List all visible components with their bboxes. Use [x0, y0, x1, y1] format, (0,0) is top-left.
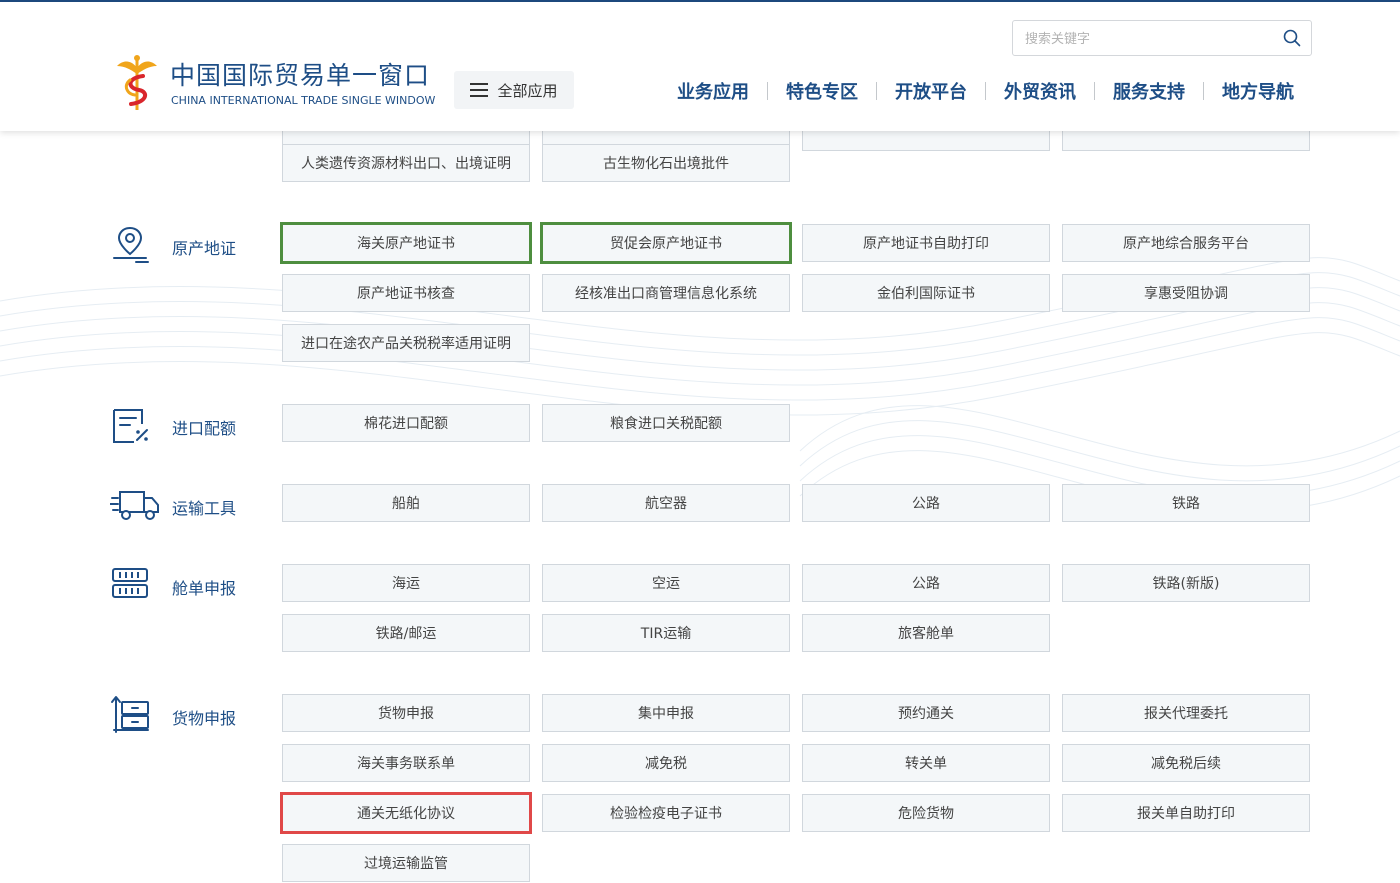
app-button[interactable]: 粮食进口关税配额 [542, 404, 790, 442]
nav-trade-news[interactable]: 外贸资讯 [986, 78, 1094, 104]
site-header: 中国国际贸易单一窗口 CHINA INTERNATIONAL TRADE SIN… [0, 2, 1400, 131]
app-button[interactable]: 预约通关 [802, 694, 1050, 732]
app-button[interactable]: 进口在途农产品关税税率适用证明 [282, 324, 530, 362]
nav-business-apps[interactable]: 业务应用 [659, 78, 767, 104]
app-button[interactable]: 检验检疫电子证书 [542, 794, 790, 832]
app-button[interactable]: 人类遗传资源材料出口、出境证明 [282, 144, 530, 182]
app-button[interactable]: 集中申报 [542, 694, 790, 732]
all-apps-label: 全部应用 [497, 81, 558, 100]
app-button[interactable]: 原产地证书核查 [282, 274, 530, 312]
app-button[interactable]: 危险货物 [802, 794, 1050, 832]
app-button[interactable]: 原产地证书自助打印 [802, 224, 1050, 262]
brand-subtitle: CHINA INTERNATIONAL TRADE SINGLE WINDOW [171, 94, 436, 107]
app-button[interactable]: 货物申报 [282, 694, 530, 732]
category-manifest-label: 舱单申报 [172, 579, 237, 598]
app-button[interactable]: 过境运输监管 [282, 844, 530, 882]
quota-form-icon [113, 409, 148, 443]
app-button[interactable]: 海运 [282, 564, 530, 602]
app-button[interactable]: 航空器 [542, 484, 790, 522]
app-button[interactable]: 报关代理委托 [1062, 694, 1310, 732]
truck-icon [110, 491, 159, 520]
app-button[interactable]: 旅客舱单 [802, 614, 1050, 652]
category-origin-label: 原产地证 [172, 239, 237, 258]
nav-local[interactable]: 地方导航 [1204, 78, 1312, 104]
app-button[interactable]: TIR运输 [542, 614, 790, 652]
app-button[interactable]: 船舶 [282, 484, 530, 522]
nav-support[interactable]: 服务支持 [1095, 78, 1203, 104]
app-button[interactable]: 金伯利国际证书 [802, 274, 1050, 312]
app-button-ccpit-origin-cert[interactable]: 贸促会原产地证书 [540, 222, 792, 264]
search-box [1012, 20, 1312, 57]
app-button[interactable]: 转关单 [802, 744, 1050, 782]
app-button[interactable]: 公路 [802, 484, 1050, 522]
app-button[interactable]: 公路 [802, 564, 1050, 602]
app-button[interactable]: 空运 [542, 564, 790, 602]
nav-special-zone[interactable]: 特色专区 [768, 78, 876, 104]
category-quota-label: 进口配额 [172, 419, 237, 438]
app-button[interactable]: 报关单自助打印 [1062, 794, 1310, 832]
app-button-paperless-agreement[interactable]: 通关无纸化协议 [280, 792, 532, 834]
search-input[interactable] [1023, 21, 1277, 57]
category-transport-label: 运输工具 [172, 499, 237, 518]
app-button-customs-origin-cert[interactable]: 海关原产地证书 [280, 222, 532, 264]
app-button[interactable]: 铁路 [1062, 484, 1310, 522]
main-nav: 业务应用 特色专区 开放平台 外贸资讯 服务支持 地方导航 [659, 78, 1312, 104]
caduceus-logo-icon [117, 55, 157, 110]
app-button[interactable]: 减免税 [542, 744, 790, 782]
app-button[interactable]: 古生物化石出境批件 [542, 144, 790, 182]
nav-open-platform[interactable]: 开放平台 [877, 78, 985, 104]
app-button[interactable]: 原产地综合服务平台 [1062, 224, 1310, 262]
app-button[interactable]: 棉花进口配额 [282, 404, 530, 442]
search-icon[interactable] [1283, 29, 1301, 47]
location-pin-icon [113, 226, 149, 263]
menu-icon [470, 83, 489, 97]
brand-title: 中国国际贸易单一窗口 [170, 61, 431, 90]
all-apps-button[interactable]: 全部应用 [454, 71, 574, 109]
app-button[interactable]: 经核准出口商管理信息化系统 [542, 274, 790, 312]
app-button[interactable]: 海关事务联系单 [282, 744, 530, 782]
category-goods-label: 货物申报 [172, 709, 237, 728]
app-button[interactable]: 享惠受阻协调 [1062, 274, 1310, 312]
app-button[interactable]: 减免税后续 [1062, 744, 1310, 782]
app-button[interactable]: 铁路(新版) [1062, 564, 1310, 602]
manifest-rack-icon [112, 568, 148, 598]
cargo-cabinet-icon [111, 696, 149, 733]
app-button[interactable]: 铁路/邮运 [282, 614, 530, 652]
